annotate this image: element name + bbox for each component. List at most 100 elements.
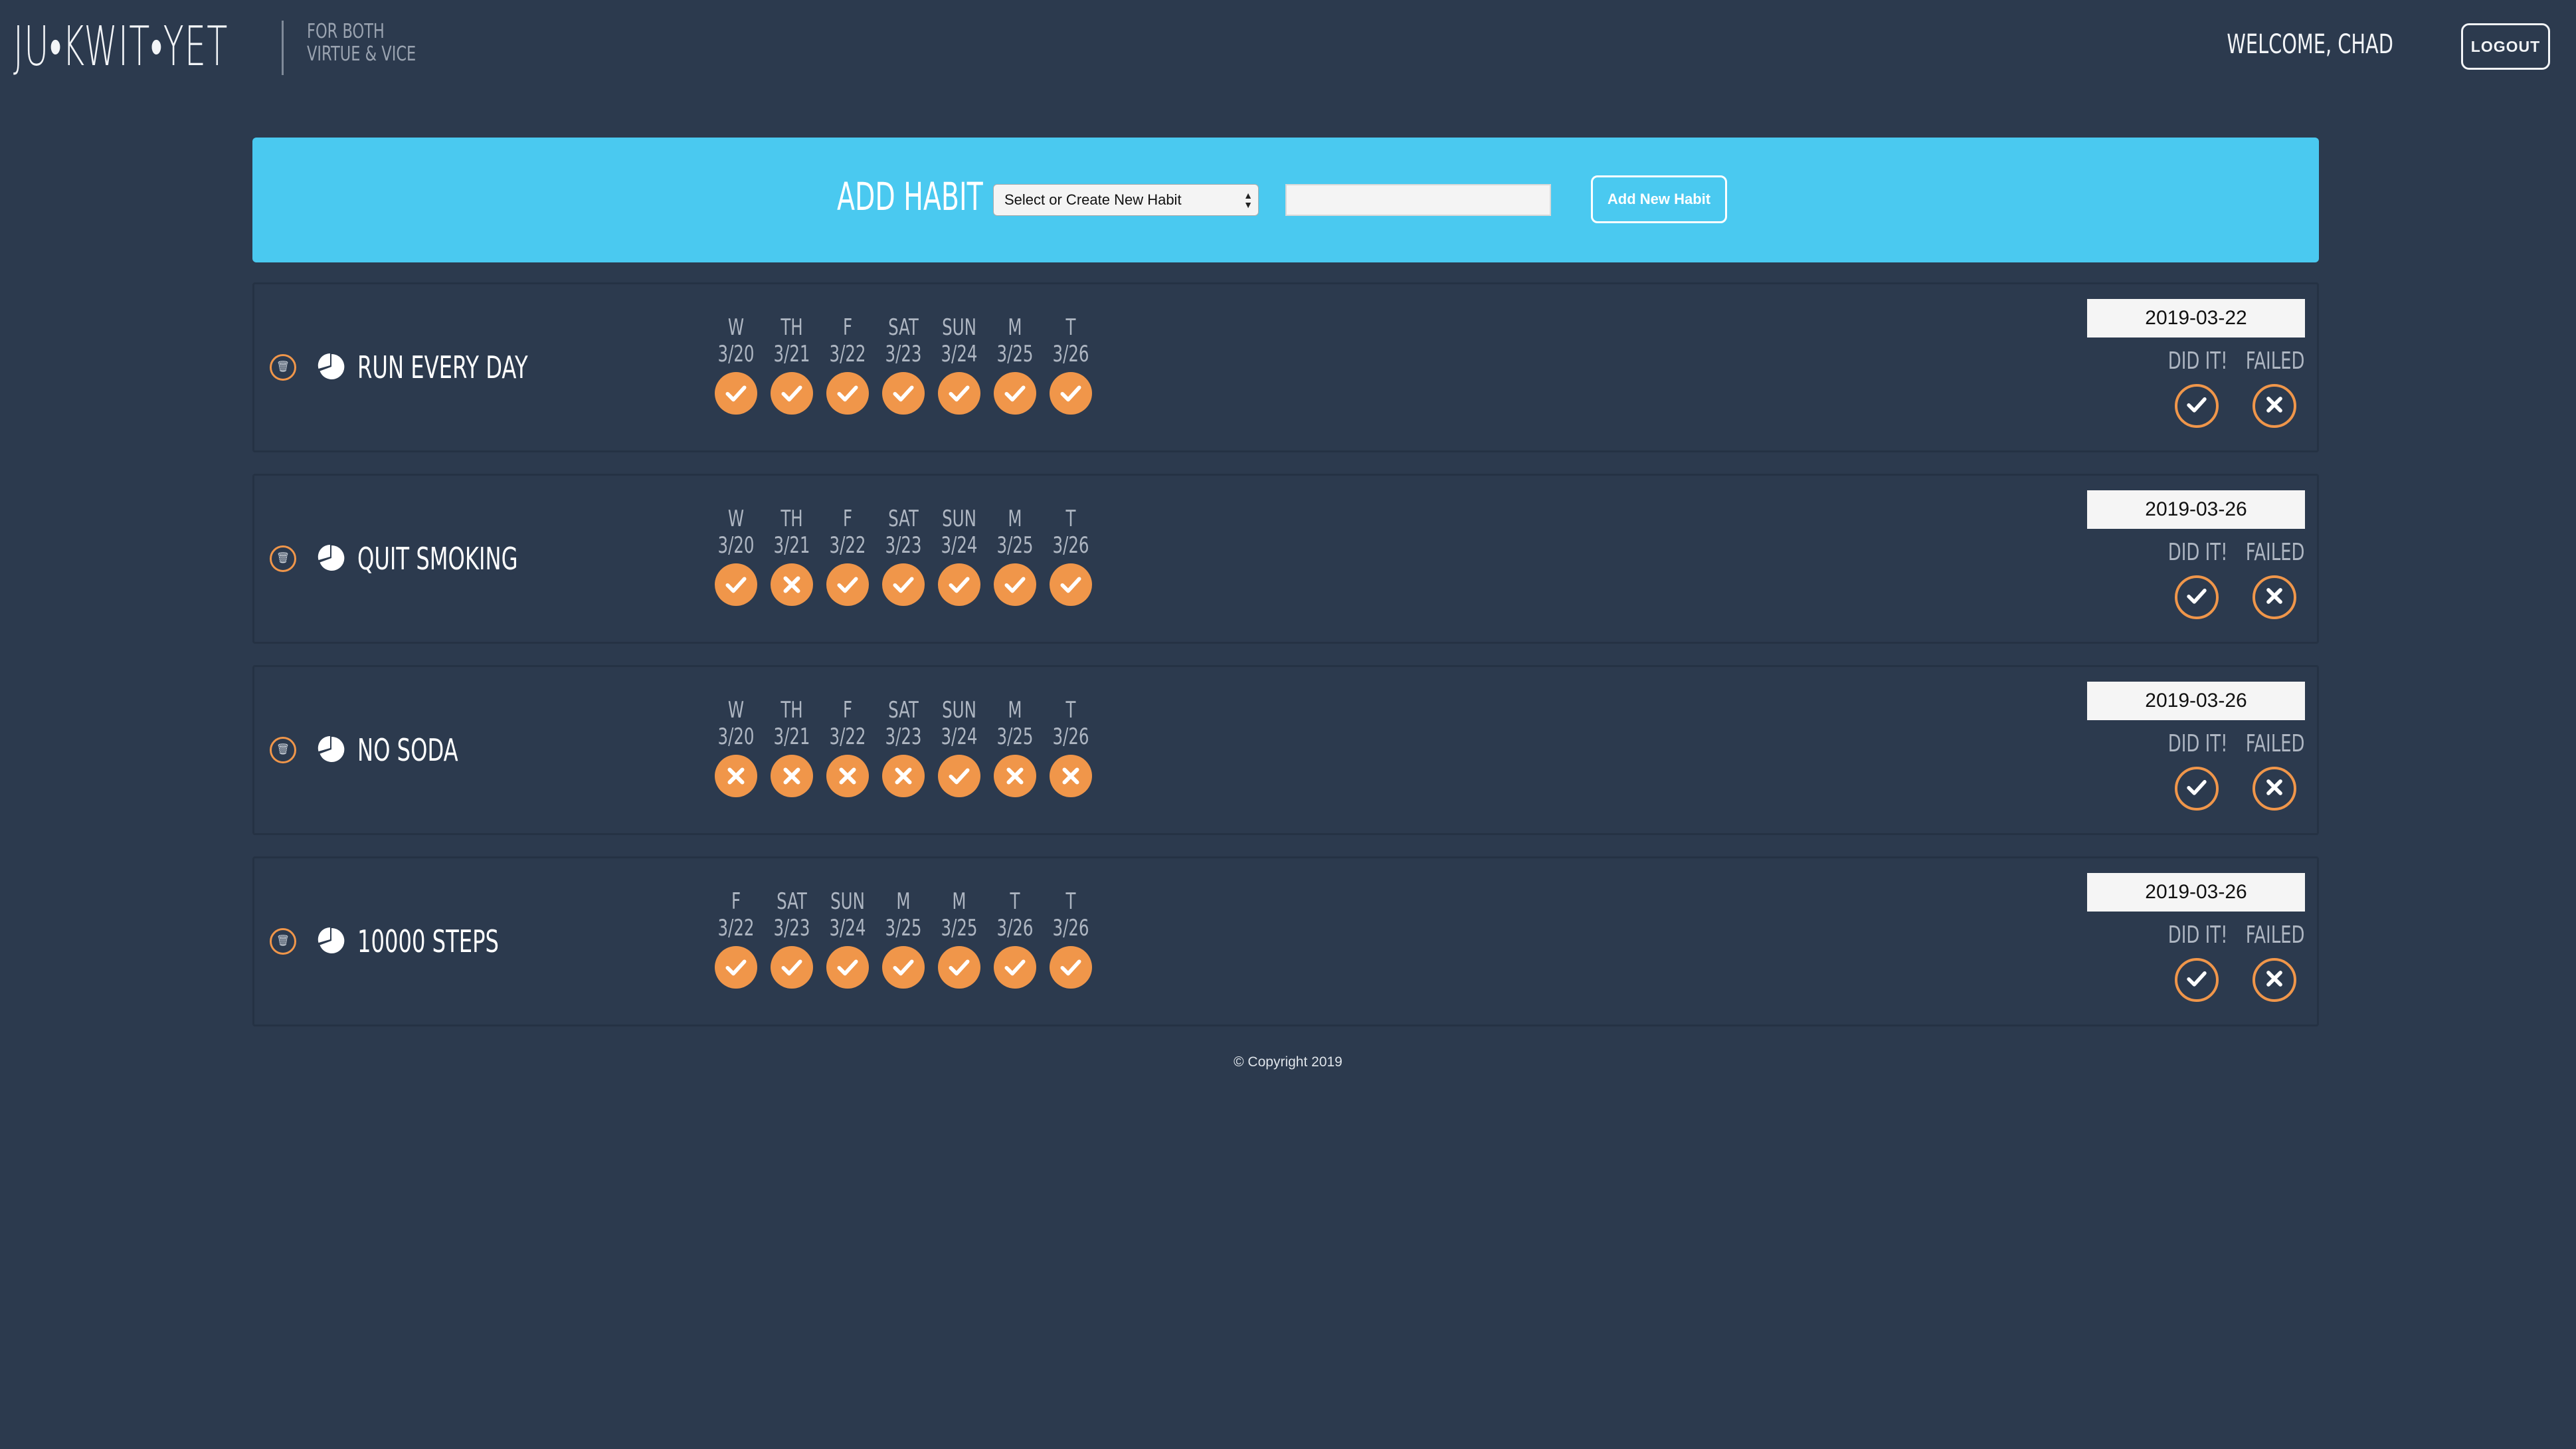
logout-button[interactable]: LOGOUT	[2461, 23, 2550, 70]
check-icon	[882, 946, 925, 989]
habit-card: 🗑 10000 STEPS F 3/22 SAT 3/23 SUN 3/24 M 3/25 M 3/2…	[252, 856, 2319, 1026]
day-date: 3/23	[885, 341, 922, 367]
copyright: © Copyright 2019	[1234, 1054, 1342, 1070]
day-cell: W 3/20	[708, 506, 764, 606]
habit-select[interactable]: Select or Create New Habit ▲ ▼	[993, 184, 1259, 216]
pie-chart-icon[interactable]	[318, 735, 345, 763]
check-icon	[826, 946, 869, 989]
habit-date-field[interactable]: 2019-03-22	[2087, 299, 2305, 338]
check-icon	[1050, 372, 1092, 415]
day-cell: SAT 3/23	[875, 697, 931, 797]
day-cell: T 3/26	[1043, 888, 1099, 989]
failed-button[interactable]	[2253, 958, 2296, 1002]
logo-text: JU•KWIT•YET	[13, 15, 229, 78]
pie-chart-icon[interactable]	[318, 927, 345, 955]
day-label: M	[1008, 314, 1022, 341]
did-it-label: DID IT!	[2167, 539, 2228, 566]
x-icon	[715, 755, 757, 797]
day-label: TH	[781, 506, 803, 532]
day-date: 3/25	[996, 341, 1034, 367]
tagline-line-1: FOR BOTH	[307, 20, 385, 43]
day-cell: SUN 3/24	[820, 888, 875, 989]
delete-habit-button[interactable]: 🗑	[270, 545, 296, 572]
add-habit-title: ADD HABIT	[837, 174, 983, 219]
day-cell: M 3/25	[987, 314, 1043, 415]
app-logo[interactable]: JU•KWIT•YET FOR BOTH VIRTUE & VICE	[13, 15, 416, 78]
did-it-label: DID IT!	[2167, 921, 2228, 949]
failed-label: FAILED	[2245, 730, 2305, 757]
habit-date-field[interactable]: 2019-03-26	[2087, 682, 2305, 720]
day-cell: T 3/26	[1043, 506, 1099, 606]
day-label: T	[1065, 697, 1076, 724]
add-new-habit-button[interactable]: Add New Habit	[1591, 175, 1727, 223]
delete-habit-button[interactable]: 🗑	[270, 928, 296, 955]
failed-button[interactable]	[2253, 767, 2296, 811]
day-label: F	[842, 506, 853, 532]
day-date: 3/24	[941, 724, 978, 750]
x-icon	[1050, 755, 1092, 797]
check-icon	[715, 372, 757, 415]
day-cell: TH 3/21	[764, 314, 820, 415]
pie-chart-icon[interactable]	[318, 544, 345, 572]
check-icon	[771, 946, 813, 989]
day-label: F	[731, 888, 741, 915]
day-label: SUN	[830, 888, 865, 915]
did-it-button[interactable]	[2175, 384, 2219, 428]
day-date: 3/24	[829, 915, 866, 941]
day-date: 3/25	[885, 915, 922, 941]
check-icon	[938, 946, 980, 989]
add-habit-bar: ADD HABIT Select or Create New Habit ▲ ▼ …	[252, 138, 2319, 262]
day-cell: F 3/22	[708, 888, 764, 989]
pie-chart-icon[interactable]	[318, 353, 345, 381]
did-it-button[interactable]	[2175, 958, 2219, 1002]
delete-habit-button[interactable]: 🗑	[270, 737, 296, 763]
day-date: 3/20	[717, 724, 755, 750]
day-cell: F 3/22	[820, 697, 875, 797]
failed-button[interactable]	[2253, 384, 2296, 428]
day-date: 3/21	[773, 341, 810, 367]
check-icon	[882, 563, 925, 606]
day-cell: TH 3/21	[764, 697, 820, 797]
did-it-label: DID IT!	[2167, 347, 2228, 375]
check-icon	[2185, 584, 2209, 611]
day-label: M	[952, 888, 966, 915]
day-cell: SUN 3/24	[931, 697, 987, 797]
day-label: SUN	[942, 314, 976, 341]
delete-habit-button[interactable]: 🗑	[270, 354, 296, 381]
day-cell: SUN 3/24	[931, 506, 987, 606]
habit-date-field[interactable]: 2019-03-26	[2087, 490, 2305, 529]
day-cell: W 3/20	[708, 697, 764, 797]
day-cell: SAT 3/23	[875, 314, 931, 415]
day-date: 3/21	[773, 724, 810, 750]
day-cell: SUN 3/24	[931, 314, 987, 415]
day-label: F	[842, 314, 853, 341]
check-icon	[2185, 393, 2209, 420]
new-habit-input[interactable]	[1285, 184, 1551, 216]
did-it-button[interactable]	[2175, 575, 2219, 619]
habit-card: 🗑 RUN EVERY DAY W 3/20 TH 3/21 F 3/22 SAT 3/23 SUN…	[252, 282, 2319, 452]
check-icon	[771, 372, 813, 415]
check-icon	[2185, 967, 2209, 994]
day-cell: M 3/25	[931, 888, 987, 989]
day-date: 3/20	[717, 341, 755, 367]
habit-name: 10000 STEPS	[357, 923, 499, 959]
day-cell: T 3/26	[1043, 697, 1099, 797]
welcome-text: WELCOME, CHAD	[2227, 29, 2393, 60]
day-date: 3/24	[941, 341, 978, 367]
day-cell: W 3/20	[708, 314, 764, 415]
habit-name: QUIT SMOKING	[357, 541, 518, 577]
day-cell: M 3/25	[987, 506, 1043, 606]
day-date: 3/26	[996, 915, 1034, 941]
habit-date-field[interactable]: 2019-03-26	[2087, 873, 2305, 912]
day-cell: T 3/26	[1043, 314, 1099, 415]
day-date: 3/26	[1052, 341, 1089, 367]
did-it-label: DID IT!	[2167, 730, 2228, 757]
day-date: 3/23	[885, 724, 922, 750]
day-date: 3/25	[996, 532, 1034, 559]
day-date: 3/26	[1052, 915, 1089, 941]
tagline-line-2: VIRTUE & VICE	[307, 43, 416, 66]
day-date: 3/26	[1052, 532, 1089, 559]
did-it-button[interactable]	[2175, 767, 2219, 811]
failed-button[interactable]	[2253, 575, 2296, 619]
x-icon	[882, 755, 925, 797]
